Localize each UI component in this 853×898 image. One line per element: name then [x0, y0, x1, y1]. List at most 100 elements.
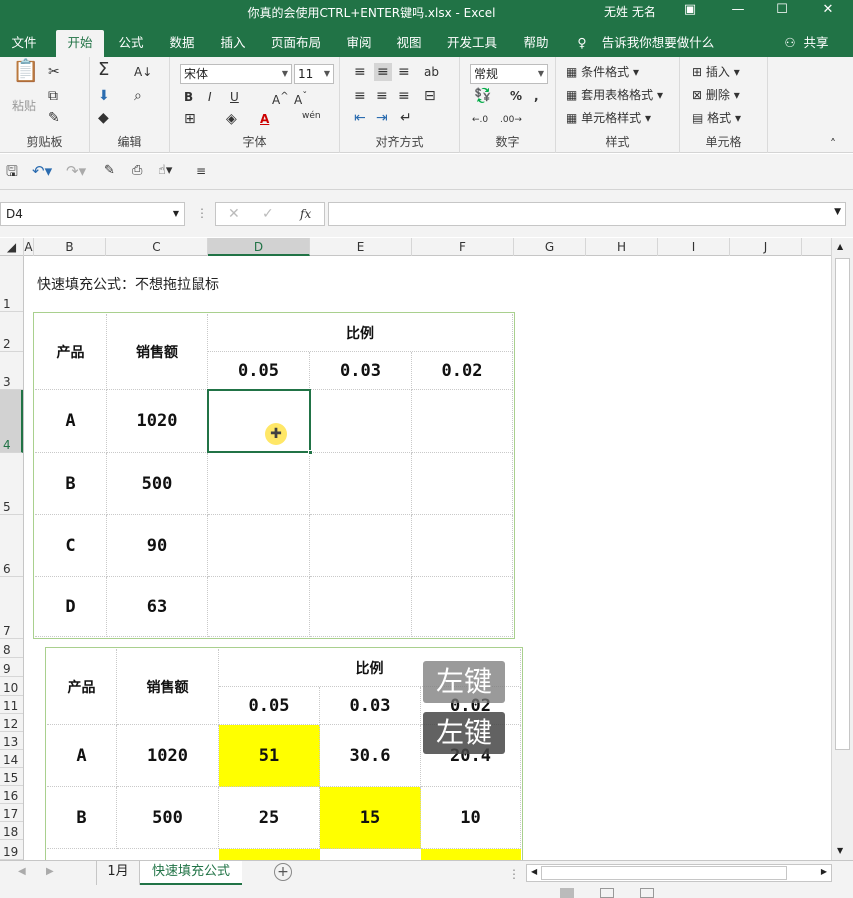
row-header-10[interactable]: 10 — [0, 677, 23, 696]
phonetic-icon[interactable]: wén — [302, 107, 321, 125]
table2-row2-product[interactable]: B — [47, 787, 117, 849]
tab-home[interactable]: 开始 — [56, 30, 104, 57]
format-as-table-button[interactable]: ▦ 套用表格格式 ▾ — [566, 86, 663, 104]
redo-icon[interactable]: ↷▾ — [66, 162, 86, 180]
cut-icon[interactable]: ✂ — [48, 63, 60, 81]
italic-button[interactable]: I — [208, 88, 212, 106]
bold-button[interactable]: B — [184, 88, 193, 106]
decrease-indent-icon[interactable]: ⇤ — [354, 109, 366, 127]
table1-row1-sales[interactable]: 1020 — [107, 390, 208, 453]
save-icon[interactable]: 🖫 — [6, 163, 18, 181]
table1-row3-f[interactable] — [412, 515, 513, 577]
table1-row3-d[interactable] — [208, 515, 310, 577]
scroll-left-icon[interactable]: ◀ — [531, 867, 537, 876]
format-painter-qat-icon[interactable]: ✎ — [104, 162, 115, 180]
col-header-f[interactable]: F — [412, 238, 514, 256]
next-sheet-icon[interactable]: ▶ — [46, 866, 54, 877]
scroll-down-icon[interactable]: ▼ — [837, 846, 843, 855]
row-header-18[interactable]: 18 — [0, 822, 23, 840]
expand-formula-icon[interactable]: ▼ — [834, 207, 841, 217]
tab-page-layout[interactable]: 页面布局 — [262, 30, 330, 57]
table2-row2-e[interactable]: 15 — [320, 787, 421, 849]
active-cell-selection[interactable] — [207, 389, 311, 453]
tab-split-handle-icon[interactable]: ⋮ — [508, 867, 520, 881]
tab-file[interactable]: 文件 — [2, 30, 46, 57]
col-header-j[interactable]: J — [730, 238, 802, 256]
worksheet-grid[interactable]: 快速填充公式：不想拖拉鼠标 产品 销售额 比例 0.05 0.03 0.02 A… — [25, 256, 831, 860]
table2-row1-sales[interactable]: 1020 — [117, 725, 219, 787]
cell-styles-button[interactable]: ▦ 单元格样式 ▾ — [566, 109, 651, 127]
percent-button[interactable]: % — [510, 87, 522, 105]
page-break-view-icon[interactable] — [640, 888, 654, 898]
table1-header-ratio[interactable]: 比例 — [208, 314, 513, 352]
table2-row1-product[interactable]: A — [47, 725, 117, 787]
table1-row3-sales[interactable]: 90 — [107, 515, 208, 577]
table2-row3-d-partial[interactable] — [219, 849, 320, 860]
page-layout-view-icon[interactable] — [600, 888, 614, 898]
add-sheet-icon[interactable]: + — [274, 863, 292, 881]
maximize-icon[interactable]: ☐ — [762, 2, 802, 24]
font-name-select[interactable]: 宋体 ▼ — [180, 64, 292, 84]
name-box[interactable]: D4 ▼ — [0, 202, 185, 226]
comma-icon[interactable]: , — [534, 87, 539, 105]
table2-row1-d[interactable]: 51 — [219, 725, 320, 787]
row-header-11[interactable]: 11 — [0, 696, 23, 714]
select-all-corner[interactable]: ◢ — [0, 238, 24, 256]
align-center-icon[interactable]: ≡ — [376, 87, 388, 105]
increase-decimal-icon[interactable]: ←.0 — [472, 111, 488, 129]
row-header-4[interactable]: 4 — [0, 390, 23, 453]
align-right-icon[interactable]: ≡ — [398, 87, 410, 105]
horizontal-scroll-thumb[interactable] — [541, 866, 787, 880]
clear-icon[interactable]: ◆ — [98, 109, 109, 127]
table1-row4-f[interactable] — [412, 577, 513, 637]
touch-mode-icon[interactable]: ☝▾ — [158, 162, 172, 180]
minimize-icon[interactable]: — — [718, 2, 758, 24]
font-color-icon[interactable]: A — [260, 110, 269, 128]
font-size-select[interactable]: 11 ▼ — [294, 64, 334, 84]
table2-header-sales[interactable]: 销售额 — [117, 649, 219, 725]
table2-row2-d[interactable]: 25 — [219, 787, 320, 849]
find-icon[interactable]: ⌕ — [134, 87, 142, 105]
decrease-decimal-icon[interactable]: .00→ — [500, 111, 522, 129]
align-left-icon[interactable]: ≡ — [354, 87, 366, 105]
table2-header-product[interactable]: 产品 — [47, 649, 117, 725]
border-icon[interactable]: ⊞ — [184, 110, 196, 128]
row-header-3[interactable]: 3 — [0, 352, 23, 390]
drag-handle-icon[interactable]: ⋮ — [196, 204, 208, 222]
tab-view[interactable]: 视图 — [386, 30, 432, 57]
col-header-b[interactable]: B — [34, 238, 106, 256]
row-header-19[interactable]: 19 — [0, 840, 23, 860]
row-header-8[interactable]: 8 — [0, 639, 23, 658]
col-header-g[interactable]: G — [514, 238, 586, 256]
copy-icon[interactable]: ⧉ — [48, 87, 58, 105]
col-header-c[interactable]: C — [106, 238, 208, 256]
tab-formulas[interactable]: 公式 — [108, 30, 154, 57]
wrap-text-icon[interactable]: ↵ — [400, 109, 412, 127]
normal-view-icon[interactable] — [560, 888, 574, 898]
table1-row3-e[interactable] — [310, 515, 412, 577]
row-header-12[interactable]: 12 — [0, 714, 23, 732]
table1-row4-sales[interactable]: 63 — [107, 577, 208, 637]
insert-button[interactable]: ⊞ 插入 ▾ — [692, 63, 740, 81]
row-header-5[interactable]: 5 — [0, 453, 23, 515]
paste-icon[interactable]: 📋 — [12, 61, 39, 83]
user-name[interactable]: 无姓 无名 — [604, 3, 656, 20]
scroll-up-icon[interactable]: ▲ — [837, 242, 843, 251]
fill-icon[interactable]: ⬇ — [98, 87, 110, 105]
scroll-right-icon[interactable]: ▶ — [821, 867, 827, 876]
fill-handle[interactable] — [308, 450, 313, 455]
table1-header-product[interactable]: 产品 — [35, 314, 107, 390]
col-header-d[interactable]: D — [208, 238, 310, 256]
table1-row4-product[interactable]: D — [35, 577, 107, 637]
tab-developer[interactable]: 开发工具 — [440, 30, 504, 57]
table2-ratio-2[interactable]: 0.03 — [320, 687, 421, 725]
ribbon-display-icon[interactable]: ▣ — [670, 2, 710, 24]
table2-row1-e[interactable]: 30.6 — [320, 725, 421, 787]
undo-icon[interactable]: ↶▾ — [32, 162, 52, 180]
orientation-icon[interactable]: ab — [424, 63, 439, 81]
conditional-format-button[interactable]: ▦ 条件格式 ▾ — [566, 63, 639, 81]
tab-review[interactable]: 审阅 — [336, 30, 382, 57]
share-button[interactable]: 共享 — [798, 30, 834, 57]
table2-row3-f-partial[interactable] — [421, 849, 521, 860]
align-middle-icon[interactable]: ≡ — [374, 63, 392, 81]
